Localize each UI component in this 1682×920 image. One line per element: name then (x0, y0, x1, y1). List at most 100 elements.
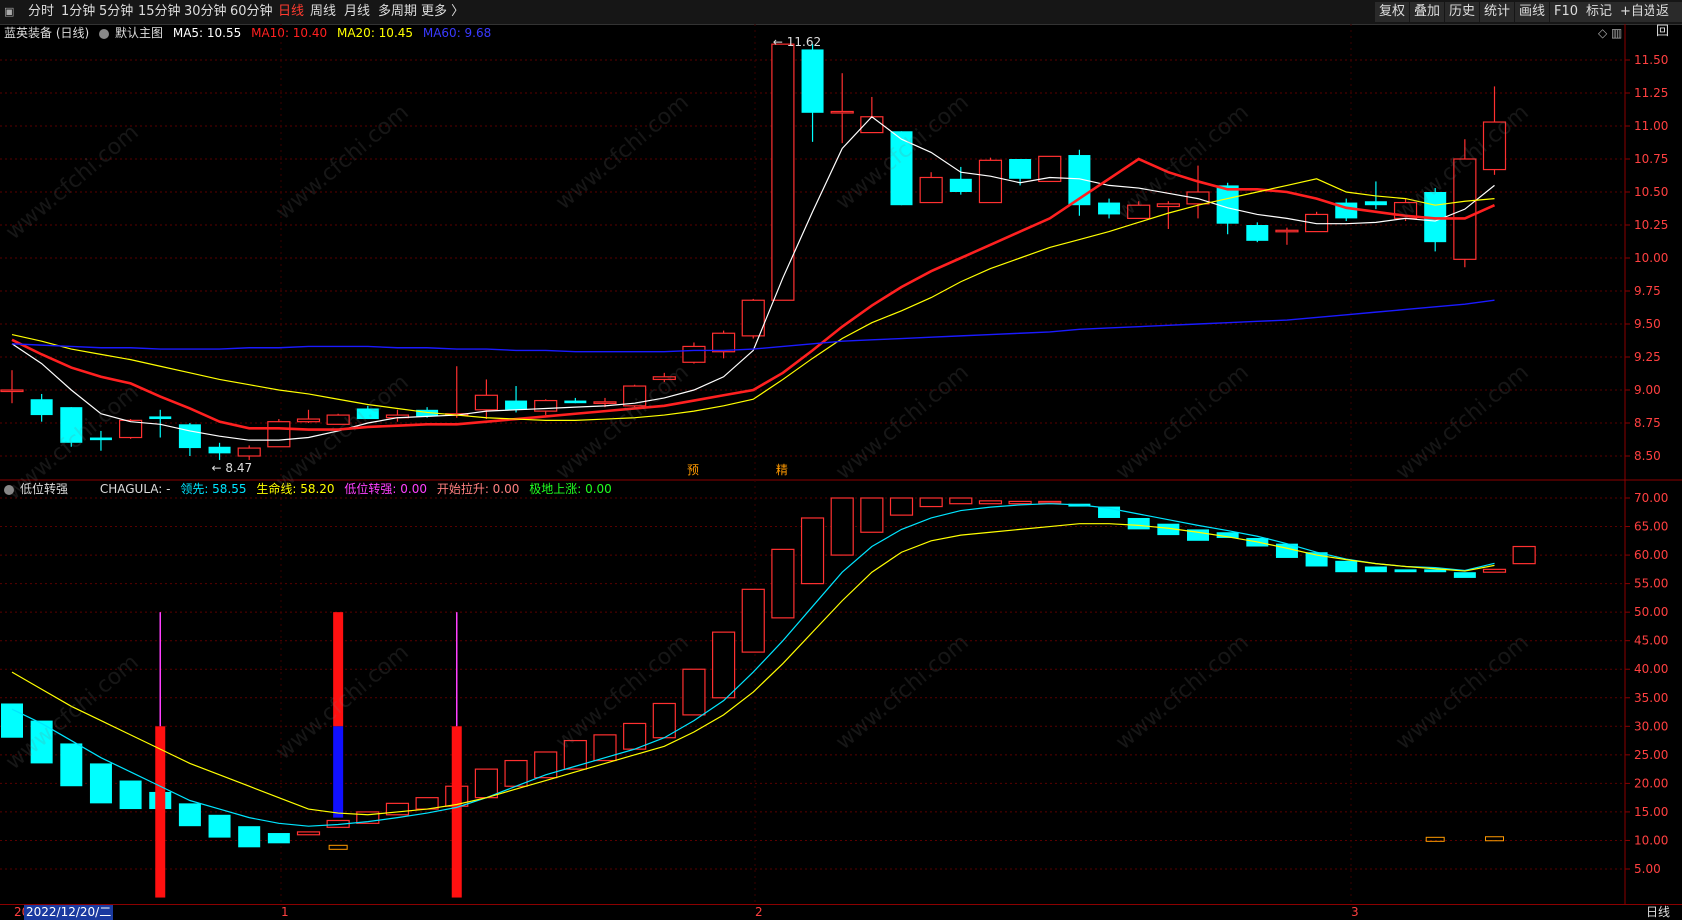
indicator-candle-up (623, 722, 647, 750)
indicator-line-life (11, 523, 1495, 816)
candle-body-up (1275, 229, 1299, 233)
sub-tick-label: 5.00 (1634, 862, 1661, 876)
main-tick-label: 8.50 (1634, 449, 1661, 463)
indicator-candle-up (504, 759, 528, 787)
sub-tick-label: 40.00 (1634, 662, 1668, 676)
month-marker-feb: 2 (755, 905, 763, 919)
signal-annotation: 精 (776, 463, 788, 477)
square-menu-icon[interactable]: ▣ (4, 0, 14, 24)
candle-body-up (652, 376, 676, 381)
main-tick-label: 10.50 (1634, 185, 1668, 199)
candle-body-down (1246, 225, 1269, 241)
candle-body-down (60, 407, 83, 443)
period-weekly[interactable]: 周线 (310, 0, 336, 24)
indicator-candle-up (534, 751, 558, 779)
back-button[interactable]: 返回 (1654, 2, 1682, 39)
period-more[interactable]: 更多 〉 (421, 0, 464, 24)
fuquan-button[interactable]: 复权 (1375, 2, 1410, 22)
indicator-candle-down (1, 703, 23, 738)
indicator-candle-down (1453, 572, 1476, 578)
indicator-candle-down (1335, 560, 1358, 573)
sub-tick-label: 50.00 (1634, 605, 1668, 619)
main-tick-label: 10.00 (1634, 251, 1668, 265)
mark-button[interactable]: 标记 (1582, 2, 1617, 22)
period-60min[interactable]: 60分钟 (230, 0, 273, 24)
candle-body-up (267, 421, 291, 448)
candle-body-down (564, 400, 587, 404)
main-tick-label: 9.50 (1634, 317, 1661, 331)
candle-body-up (534, 399, 558, 412)
candle-body-up (711, 332, 736, 353)
candle-body-down (89, 437, 112, 441)
period-daily[interactable]: 日线 (278, 0, 304, 24)
candle-body-up (1186, 191, 1210, 205)
signal-blue-bar (333, 726, 344, 818)
main-tick-label: 10.25 (1634, 218, 1668, 232)
candle-body-up (296, 418, 321, 423)
ma-line-ma5 (11, 115, 1495, 441)
indicator-candle-down (30, 720, 53, 764)
candle-body-up (830, 110, 854, 114)
indicator-candle-down (60, 743, 83, 787)
candle-body-up (1156, 203, 1180, 208)
sub-tick-label: 15.00 (1634, 805, 1668, 819)
candle-body-up (0, 389, 24, 393)
month-marker-jan: 1 (281, 905, 289, 919)
draw-button[interactable]: 画线 (1515, 2, 1550, 22)
candle-body-up (474, 394, 498, 411)
sub-tick-label: 60.00 (1634, 548, 1668, 562)
main-tick-label: 11.25 (1634, 86, 1668, 100)
candle-body-down (505, 400, 528, 410)
sub-tick-label: 70.00 (1634, 491, 1668, 505)
period-monthly[interactable]: 月线 (344, 0, 370, 24)
small-signal-mark (328, 844, 348, 850)
period-30min[interactable]: 30分钟 (184, 0, 227, 24)
period-1min[interactable]: 1分钟 (61, 0, 95, 24)
indicator-candle-up (1482, 568, 1507, 573)
indicator-candle-down (119, 780, 142, 810)
sub-tick-label: 35.00 (1634, 691, 1668, 705)
indicator-candle-down (178, 803, 201, 827)
main-tick-label: 11.00 (1634, 119, 1668, 133)
history-button[interactable]: 历史 (1445, 2, 1480, 22)
indicator-candle-down (1364, 566, 1387, 573)
candle-body-down (949, 178, 972, 192)
kline-chart[interactable]: 11.50 11.25 11.00 10.75 10.50 10.25 10.00 9.75 9… (0, 24, 1682, 904)
candle-body-down (30, 399, 53, 416)
indicator-candle-down (1394, 569, 1417, 573)
f10-button[interactable]: F10 (1550, 2, 1583, 22)
period-multi[interactable]: 多周期 (378, 0, 417, 24)
indicator-candle-up (741, 588, 765, 653)
sub-tick-label: 20.00 (1634, 776, 1668, 790)
indicator-candle-up (949, 497, 973, 505)
candle-body-up (919, 176, 943, 204)
indicator-candle-up (593, 734, 617, 762)
indicator-candle-up (474, 768, 498, 799)
candle-body-up (1482, 121, 1507, 171)
indicator-candle-up (919, 497, 943, 508)
candle-body-down (178, 424, 201, 449)
main-tick-label: 9.00 (1634, 383, 1661, 397)
signal-red-bar (333, 612, 344, 727)
indicator-candle-up (563, 739, 587, 770)
price-annotation: ← 8.47 (212, 461, 253, 475)
candle-body-down (1009, 159, 1032, 179)
candle-body-up (1127, 204, 1151, 219)
indicator-candle-down (1127, 517, 1150, 530)
period-15min[interactable]: 15分钟 (138, 0, 181, 24)
candle-body-up (682, 345, 706, 363)
month-marker-mar: 3 (1351, 905, 1359, 919)
period-fenshi[interactable]: 分时 (28, 0, 54, 24)
sub-tick-label: 25.00 (1634, 748, 1668, 762)
stats-button[interactable]: 统计 (1480, 2, 1515, 22)
indicator-candle-up (1512, 545, 1536, 565)
candle-body-up (1304, 213, 1329, 233)
price-annotation: ← 11.62 (773, 35, 821, 49)
signal-annotation: 预 (687, 463, 699, 477)
indicator-candle-up (860, 497, 884, 533)
sub-tick-label: 55.00 (1634, 577, 1668, 591)
indicator-candle-up (682, 668, 706, 716)
period-5min[interactable]: 5分钟 (99, 0, 133, 24)
overlay-button[interactable]: 叠加 (1410, 2, 1445, 22)
indicator-candle-up (1008, 500, 1032, 505)
